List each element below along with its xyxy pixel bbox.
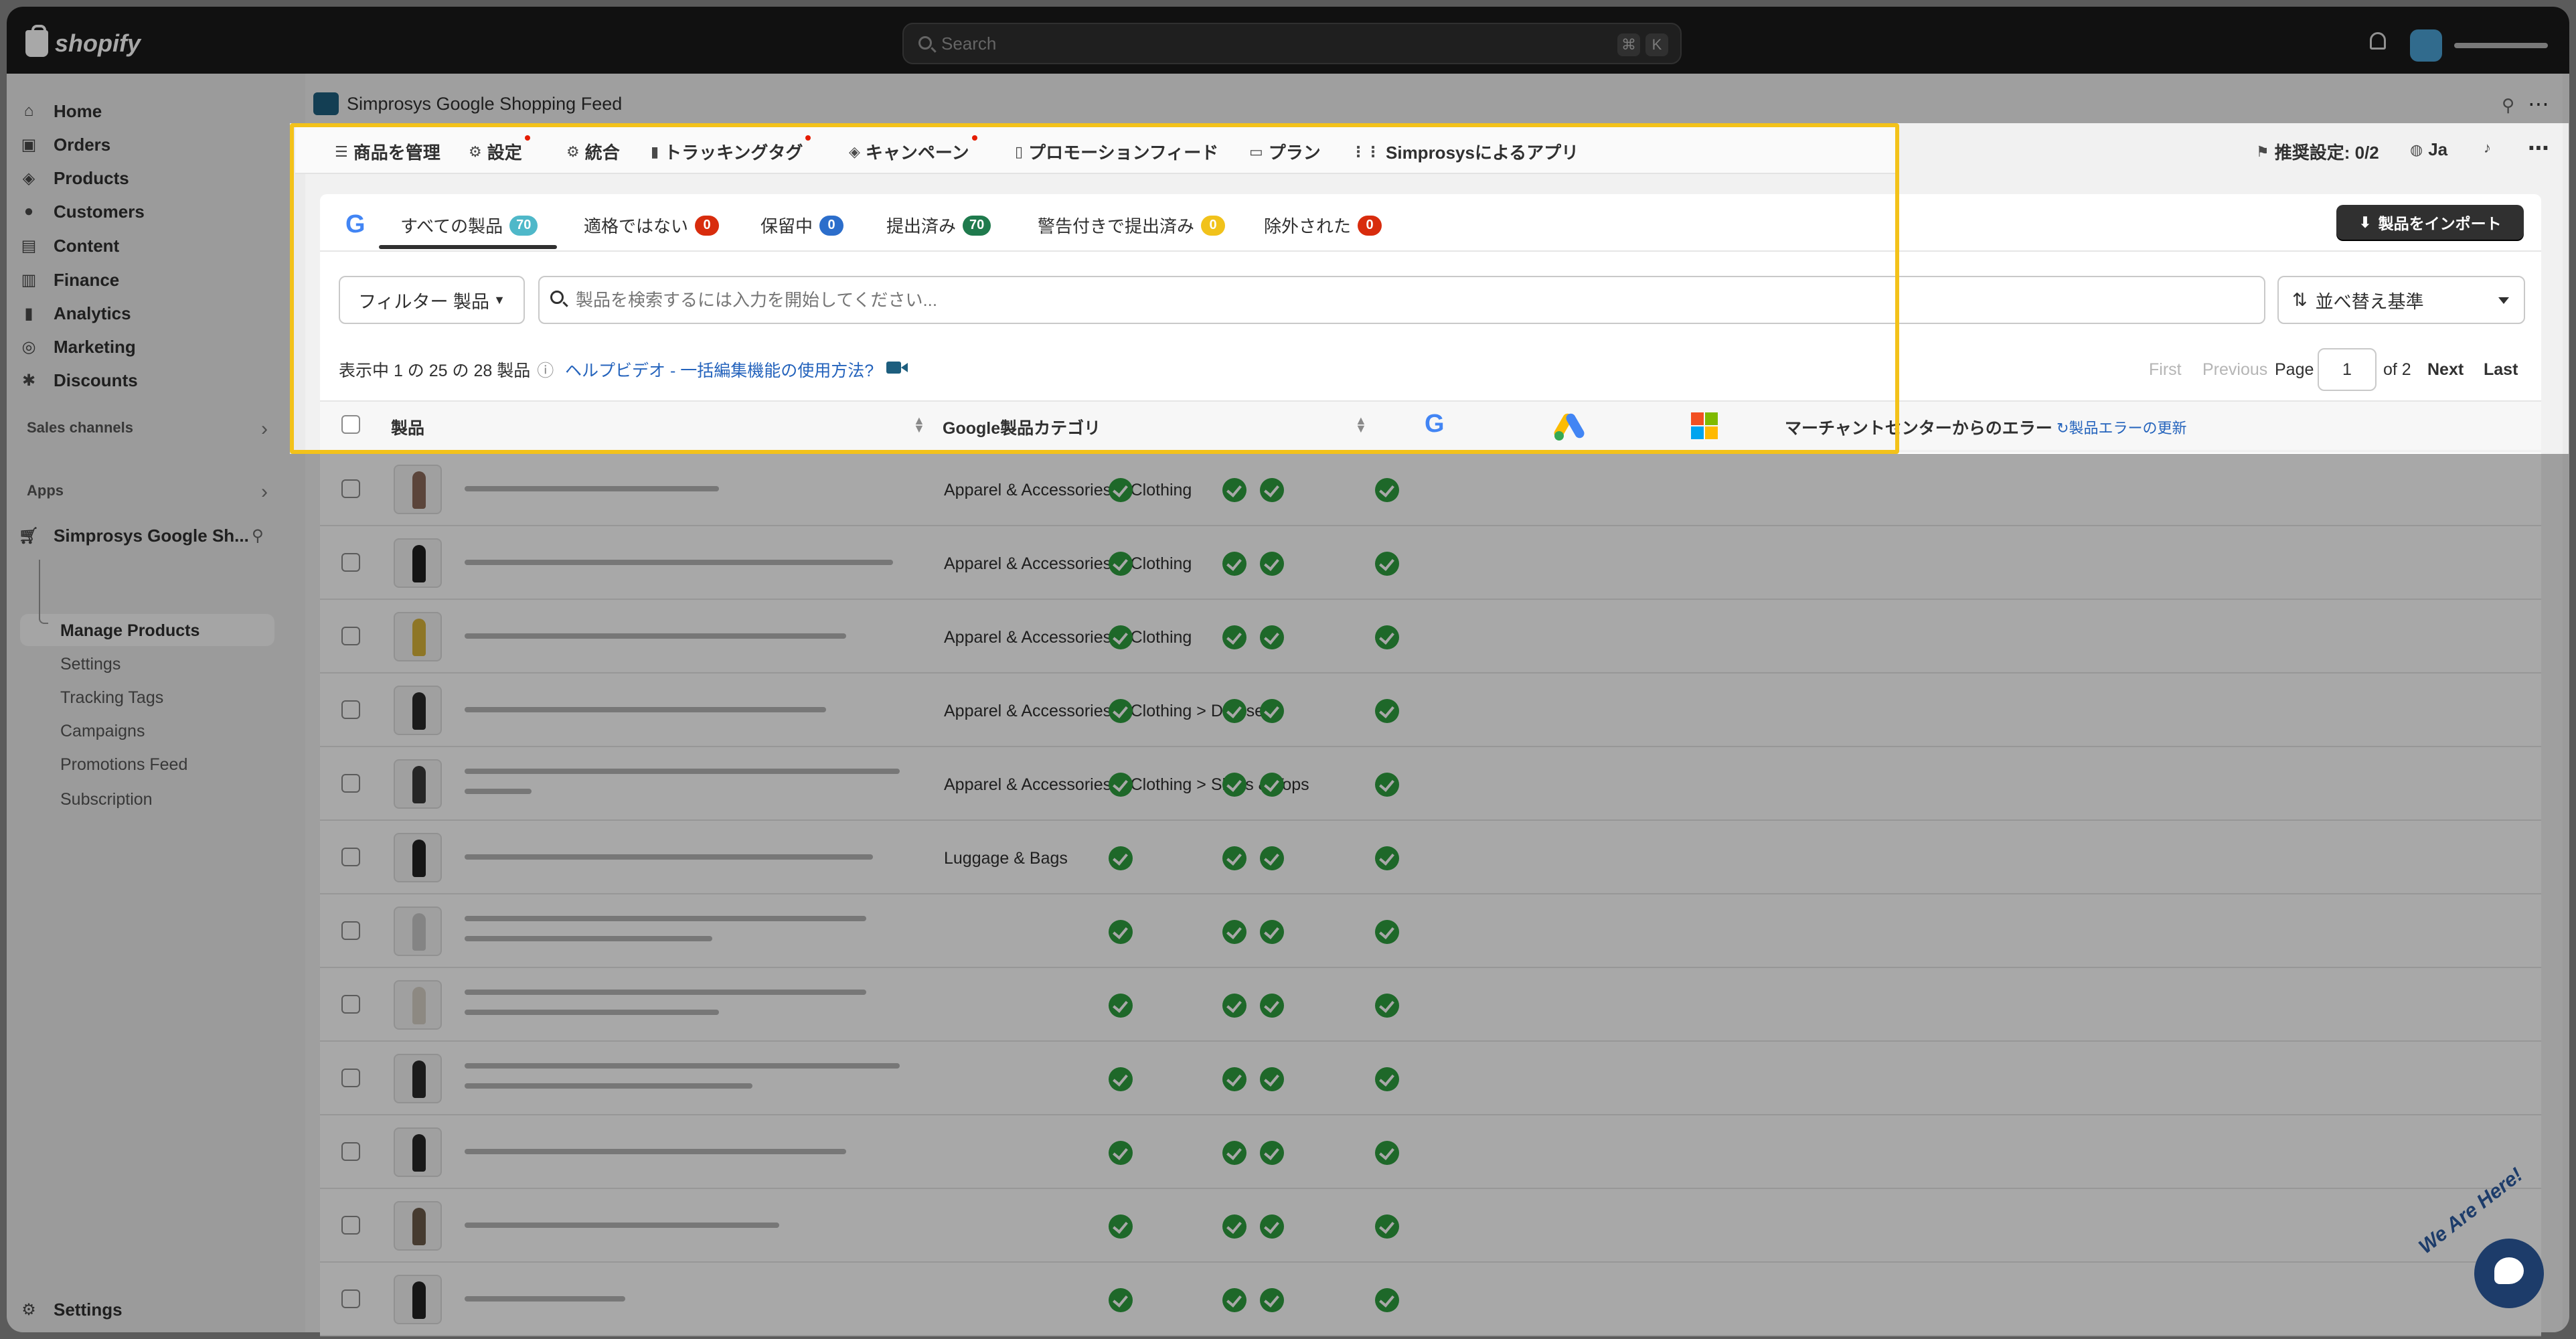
list-icon: ☰ xyxy=(335,143,348,160)
card-icon: ▭ xyxy=(1249,143,1263,160)
dim-overlay xyxy=(0,0,2576,123)
column-header-merchant-errors: マーチャントセンターからのエラー xyxy=(1785,419,2052,438)
help-video-link[interactable]: ヘルプビデオ - 一括編集機能の使用方法? xyxy=(565,358,874,382)
grid-icon: ⋮⋮ xyxy=(1351,143,1380,160)
document-icon: ▯ xyxy=(1015,143,1024,160)
bar-chart-icon: ▮ xyxy=(651,143,659,160)
showing-count: 表示中 1 の 25 の 28 製品 ⓘ xyxy=(339,362,554,380)
sort-button[interactable]: ⇅ 並べ替え基準 xyxy=(2277,276,2525,324)
menu-apps-by-simprosys[interactable]: ⋮⋮ Simprosysによるアプリ xyxy=(1351,139,1579,164)
tabs-divider xyxy=(320,250,2541,252)
menu-notifications[interactable]: ♪ xyxy=(2484,139,2491,157)
select-all-checkbox[interactable] xyxy=(341,415,360,434)
pagination-last[interactable]: Last xyxy=(2484,360,2518,380)
globe-icon: ◍ xyxy=(2410,141,2423,158)
filter-products-button[interactable]: フィルター 製品 ▼ xyxy=(339,276,525,324)
pagination-first[interactable]: First xyxy=(2149,360,2182,380)
tab-submitted[interactable]: 提出済み 70 xyxy=(886,213,991,238)
google-ads-column-icon xyxy=(1552,412,1587,441)
microsoft-column-icon xyxy=(1691,412,1718,439)
integration-icon: ⚙ xyxy=(566,143,580,160)
search-icon xyxy=(550,291,564,304)
tab-pending[interactable]: 保留中 0 xyxy=(760,213,844,238)
tab-count-badge: 0 xyxy=(695,215,720,236)
download-icon: ⬇ xyxy=(2358,213,2372,231)
sort-icon[interactable]: ▲ ▼ xyxy=(1355,414,1367,435)
refresh-icon: ↻ xyxy=(2057,420,2069,437)
sort-arrows-icon: ⇅ xyxy=(2292,289,2308,310)
active-tab-indicator xyxy=(379,245,557,249)
flag-icon: ⚑ xyxy=(2256,143,2269,160)
menu-settings[interactable]: ⚙ 設定 xyxy=(469,135,530,164)
caret-down-icon: ▼ xyxy=(493,293,505,307)
import-products-button[interactable]: ⬇ 製品をインポート xyxy=(2336,205,2524,240)
tab-all-products[interactable]: すべての製品 70 xyxy=(400,213,538,238)
menu-language[interactable]: ◍ Ja xyxy=(2410,139,2447,160)
product-search-input[interactable] xyxy=(538,276,2265,324)
menu-promotions-feed[interactable]: ▯ プロモーションフィード xyxy=(1015,139,1218,164)
google-logo-icon: G xyxy=(345,210,366,238)
tab-count-badge: 0 xyxy=(1358,215,1382,236)
menu-tracking-tags[interactable]: ▮ トラッキングタグ xyxy=(651,135,811,164)
dim-overlay xyxy=(2569,123,2576,454)
column-header-product[interactable]: 製品 xyxy=(391,415,424,439)
pagination-page-label: Page xyxy=(2275,360,2314,379)
info-icon[interactable]: ⓘ xyxy=(537,362,554,380)
chat-widget-button[interactable] xyxy=(2474,1239,2544,1308)
dim-overlay xyxy=(290,454,2576,1339)
column-header-category[interactable]: Google製品カテゴリ xyxy=(943,415,1101,439)
pagination-previous[interactable]: Previous xyxy=(2202,360,2267,380)
pagination-next[interactable]: Next xyxy=(2427,360,2464,380)
page-number-input[interactable]: 1 xyxy=(2318,348,2377,391)
gear-icon: ⚙ xyxy=(469,143,482,160)
menu-integrations[interactable]: ⚙ 統合 xyxy=(566,139,620,164)
tab-excluded[interactable]: 除外された 0 xyxy=(1264,213,1382,238)
tab-count-badge: 0 xyxy=(819,215,844,236)
bell-icon: ♪ xyxy=(2484,139,2491,156)
alert-dot xyxy=(971,135,977,141)
caret-down-icon xyxy=(2498,297,2509,304)
menu-campaigns[interactable]: ◈ キャンペーン xyxy=(849,135,977,164)
video-camera-icon[interactable] xyxy=(886,362,908,374)
sort-icon[interactable]: ▲ ▼ xyxy=(913,414,925,435)
menu-plans[interactable]: ▭ プラン xyxy=(1249,139,1321,164)
tab-submitted-with-warnings[interactable]: 警告付きで提出済み 0 xyxy=(1038,213,1226,238)
tab-ineligible[interactable]: 適格ではない 0 xyxy=(584,213,720,238)
tab-count-badge: 70 xyxy=(509,215,538,236)
google-column-icon: G xyxy=(1425,410,1445,438)
dim-overlay xyxy=(0,123,290,1339)
tab-count-badge: 0 xyxy=(1201,215,1226,236)
menu-manage-products[interactable]: ☰ 商品を管理 xyxy=(335,139,440,164)
menu-recommended-settings[interactable]: ⚑ 推奨設定: 0/2 xyxy=(2256,139,2379,164)
alert-dot xyxy=(524,135,530,141)
tag-icon: ◈ xyxy=(849,143,860,160)
tab-count-badge: 70 xyxy=(963,215,991,236)
menu-more-icon[interactable]: ⋯ xyxy=(2528,135,2549,161)
pagination-of-total: of 2 xyxy=(2383,360,2411,379)
refresh-errors-link[interactable]: ↻製品エラーの更新 xyxy=(2057,416,2186,438)
